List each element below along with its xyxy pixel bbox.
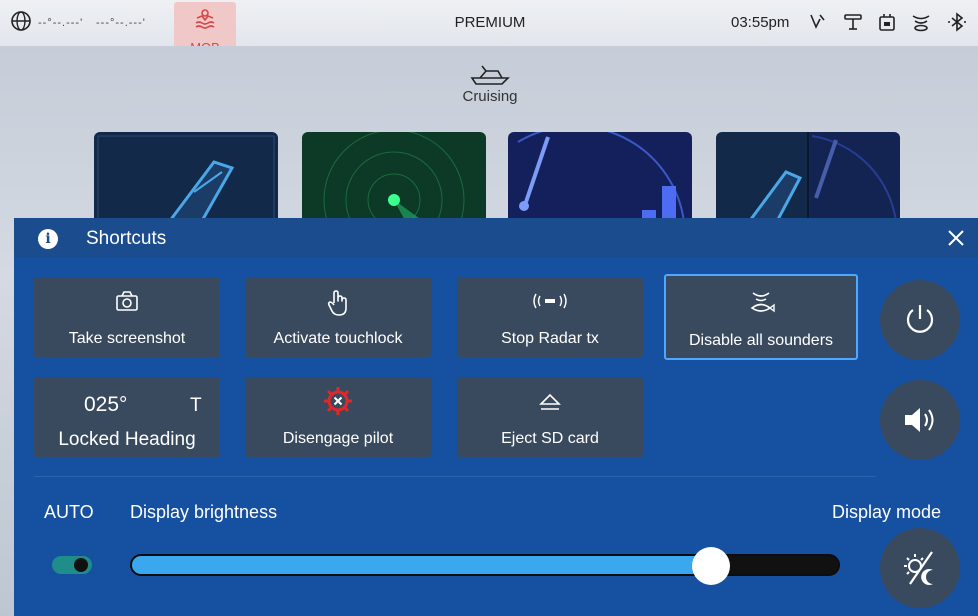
boat-mode-label: Cruising	[462, 88, 518, 105]
disable-all-sounders-button[interactable]: Disable all sounders	[664, 274, 858, 360]
eject-sd-card-button[interactable]: Eject SD card	[457, 377, 643, 457]
latitude-readout: --°--.---'	[38, 17, 84, 29]
autopilot-disengage-icon	[324, 387, 352, 415]
activate-touchlock-label: Activate touchlock	[273, 330, 403, 347]
power-button[interactable]	[880, 280, 960, 360]
status-bar: --°--.---' ---°--.---' MOB PREMIUM 03:55…	[0, 0, 978, 60]
brightness-slider[interactable]	[130, 547, 840, 585]
auto-brightness-label: AUTO	[44, 502, 94, 522]
display-brightness-label: Display brightness	[130, 502, 278, 522]
sounder-icon	[750, 292, 775, 313]
take-screenshot-label: Take screenshot	[68, 330, 186, 347]
volume-icon	[905, 408, 934, 432]
mob-icon	[195, 9, 215, 29]
stop-radar-tx-button[interactable]: Stop Radar tx	[457, 277, 643, 357]
disengage-pilot-button[interactable]: Disengage pilot	[245, 377, 431, 457]
brightness-slider-thumb[interactable]	[691, 547, 730, 585]
disengage-pilot-label: Disengage pilot	[282, 430, 394, 447]
sounder-status-icon[interactable]	[910, 11, 932, 33]
radar-status-icon[interactable]	[842, 11, 864, 33]
heading-value: 025°	[84, 393, 128, 416]
eject-icon	[539, 393, 561, 410]
bluetooth-icon[interactable]	[946, 11, 968, 33]
shortcuts-panel: i Shortcuts Take screenshot Activate tou…	[14, 218, 978, 616]
locked-heading-tile[interactable]: 025° T Locked Heading	[34, 377, 220, 457]
sd-card-status-icon[interactable]	[876, 11, 898, 33]
sonar-status-icon[interactable]	[806, 11, 828, 33]
camera-icon	[116, 291, 138, 311]
shortcuts-header: i Shortcuts	[14, 218, 978, 258]
info-icon: i	[38, 229, 58, 249]
close-icon[interactable]	[946, 228, 966, 248]
display-mode-label: Display mode	[832, 502, 942, 522]
boat-icon	[470, 65, 510, 85]
toggle-knob	[74, 558, 88, 572]
radar-tx-icon	[533, 293, 567, 309]
volume-button[interactable]	[880, 380, 960, 460]
day-night-icon	[904, 551, 933, 585]
panel-divider	[34, 476, 876, 477]
disable-all-sounders-label: Disable all sounders	[688, 332, 834, 349]
eject-sd-card-label: Eject SD card	[501, 430, 599, 447]
auto-brightness-toggle[interactable]	[52, 556, 92, 574]
longitude-readout: ---°--.---'	[96, 17, 146, 29]
display-mode-button[interactable]	[880, 528, 960, 608]
globe-icon[interactable]	[10, 10, 32, 32]
clock: 03:55pm	[731, 14, 790, 31]
touch-icon	[327, 290, 347, 316]
shortcuts-title: Shortcuts	[86, 228, 167, 249]
boat-mode[interactable]: Cruising	[430, 62, 550, 105]
stop-radar-tx-label: Stop Radar tx	[501, 330, 599, 347]
brightness-slider-fill	[132, 556, 711, 574]
app-title: PREMIUM	[454, 14, 526, 31]
heading-reference: T	[190, 395, 202, 416]
power-icon	[906, 305, 934, 333]
activate-touchlock-button[interactable]: Activate touchlock	[245, 277, 431, 357]
locked-heading-label: Locked Heading	[58, 429, 196, 450]
take-screenshot-button[interactable]: Take screenshot	[34, 277, 220, 357]
